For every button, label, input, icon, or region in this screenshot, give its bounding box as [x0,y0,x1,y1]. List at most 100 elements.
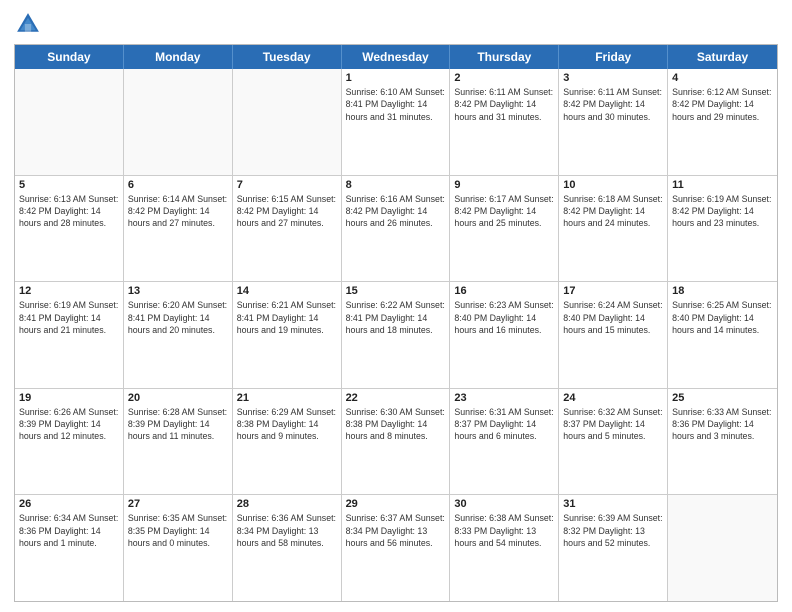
weekday-header-thursday: Thursday [450,45,559,69]
day-number: 23 [454,392,554,404]
calendar-row-2: 12 Sunrise: 6:19 AM Sunset: 8:41 PM Dayli… [15,281,777,388]
day-number: 25 [672,392,773,404]
calendar-cell-1-1: 6 Sunrise: 6:14 AM Sunset: 8:42 PM Daylig… [124,176,233,282]
header [14,10,778,38]
cell-info: Sunrise: 6:11 AM Sunset: 8:42 PM Dayligh… [454,86,554,123]
calendar-row-3: 19 Sunrise: 6:26 AM Sunset: 8:39 PM Dayli… [15,388,777,495]
day-number: 17 [563,285,663,297]
day-number: 2 [454,72,554,84]
logo [14,10,46,38]
calendar-cell-4-4: 30 Sunrise: 6:38 AM Sunset: 8:33 PM Dayli… [450,495,559,601]
day-number: 30 [454,498,554,510]
cell-info: Sunrise: 6:28 AM Sunset: 8:39 PM Dayligh… [128,406,228,443]
day-number: 9 [454,179,554,191]
calendar-cell-0-3: 1 Sunrise: 6:10 AM Sunset: 8:41 PM Daylig… [342,69,451,175]
calendar-cell-3-0: 19 Sunrise: 6:26 AM Sunset: 8:39 PM Dayli… [15,389,124,495]
calendar-cell-0-4: 2 Sunrise: 6:11 AM Sunset: 8:42 PM Daylig… [450,69,559,175]
cell-info: Sunrise: 6:19 AM Sunset: 8:42 PM Dayligh… [672,193,773,230]
day-number: 12 [19,285,119,297]
day-number: 16 [454,285,554,297]
cell-info: Sunrise: 6:34 AM Sunset: 8:36 PM Dayligh… [19,512,119,549]
calendar-cell-2-0: 12 Sunrise: 6:19 AM Sunset: 8:41 PM Dayli… [15,282,124,388]
calendar-row-1: 5Sunrise: 6:13 AM Sunset: 8:42 PM Daylig… [15,175,777,282]
cell-info: Sunrise: 6:37 AM Sunset: 8:34 PM Dayligh… [346,512,446,549]
weekday-header-sunday: Sunday [15,45,124,69]
calendar-cell-4-5: 31 Sunrise: 6:39 AM Sunset: 8:32 PM Dayli… [559,495,668,601]
calendar-cell-1-2: 7 Sunrise: 6:15 AM Sunset: 8:42 PM Daylig… [233,176,342,282]
day-number: 6 [128,179,228,191]
day-number: 14 [237,285,337,297]
calendar-cell-3-2: 21Sunrise: 6:29 AM Sunset: 8:38 PM Dayli… [233,389,342,495]
day-number: 10 [563,179,663,191]
cell-info: Sunrise: 6:23 AM Sunset: 8:40 PM Dayligh… [454,299,554,336]
calendar-header: SundayMondayTuesdayWednesdayThursdayFrid… [15,45,777,69]
calendar-row-4: 26 Sunrise: 6:34 AM Sunset: 8:36 PM Dayli… [15,494,777,601]
cell-info: Sunrise: 6:39 AM Sunset: 8:32 PM Dayligh… [563,512,663,549]
calendar-cell-1-5: 10Sunrise: 6:18 AM Sunset: 8:42 PM Dayli… [559,176,668,282]
cell-info: Sunrise: 6:12 AM Sunset: 8:42 PM Dayligh… [672,86,773,123]
day-number: 19 [19,392,119,404]
cell-info: Sunrise: 6:24 AM Sunset: 8:40 PM Dayligh… [563,299,663,336]
calendar-cell-2-2: 14 Sunrise: 6:21 AM Sunset: 8:41 PM Dayli… [233,282,342,388]
cell-info: Sunrise: 6:36 AM Sunset: 8:34 PM Dayligh… [237,512,337,549]
cell-info: Sunrise: 6:38 AM Sunset: 8:33 PM Dayligh… [454,512,554,549]
calendar-cell-0-0 [15,69,124,175]
cell-info: Sunrise: 6:10 AM Sunset: 8:41 PM Dayligh… [346,86,446,123]
calendar-cell-1-6: 11 Sunrise: 6:19 AM Sunset: 8:42 PM Dayli… [668,176,777,282]
day-number: 28 [237,498,337,510]
calendar-cell-4-6 [668,495,777,601]
cell-info: Sunrise: 6:14 AM Sunset: 8:42 PM Dayligh… [128,193,228,230]
day-number: 15 [346,285,446,297]
day-number: 8 [346,179,446,191]
day-number: 11 [672,179,773,191]
calendar-body: 1 Sunrise: 6:10 AM Sunset: 8:41 PM Daylig… [15,69,777,601]
calendar-cell-1-0: 5Sunrise: 6:13 AM Sunset: 8:42 PM Daylig… [15,176,124,282]
page: SundayMondayTuesdayWednesdayThursdayFrid… [0,0,792,612]
calendar-cell-1-4: 9 Sunrise: 6:17 AM Sunset: 8:42 PM Daylig… [450,176,559,282]
day-number: 21 [237,392,337,404]
cell-info: Sunrise: 6:11 AM Sunset: 8:42 PM Dayligh… [563,86,663,123]
calendar-cell-3-1: 20 Sunrise: 6:28 AM Sunset: 8:39 PM Dayli… [124,389,233,495]
calendar-cell-0-6: 4 Sunrise: 6:12 AM Sunset: 8:42 PM Daylig… [668,69,777,175]
cell-info: Sunrise: 6:35 AM Sunset: 8:35 PM Dayligh… [128,512,228,549]
day-number: 4 [672,72,773,84]
cell-info: Sunrise: 6:32 AM Sunset: 8:37 PM Dayligh… [563,406,663,443]
cell-info: Sunrise: 6:25 AM Sunset: 8:40 PM Dayligh… [672,299,773,336]
calendar-cell-2-4: 16 Sunrise: 6:23 AM Sunset: 8:40 PM Dayli… [450,282,559,388]
calendar-cell-2-3: 15 Sunrise: 6:22 AM Sunset: 8:41 PM Dayli… [342,282,451,388]
cell-info: Sunrise: 6:19 AM Sunset: 8:41 PM Dayligh… [19,299,119,336]
weekday-header-tuesday: Tuesday [233,45,342,69]
weekday-header-monday: Monday [124,45,233,69]
day-number: 13 [128,285,228,297]
cell-info: Sunrise: 6:17 AM Sunset: 8:42 PM Dayligh… [454,193,554,230]
day-number: 22 [346,392,446,404]
calendar-cell-3-3: 22Sunrise: 6:30 AM Sunset: 8:38 PM Dayli… [342,389,451,495]
calendar-cell-4-0: 26 Sunrise: 6:34 AM Sunset: 8:36 PM Dayli… [15,495,124,601]
day-number: 1 [346,72,446,84]
cell-info: Sunrise: 6:16 AM Sunset: 8:42 PM Dayligh… [346,193,446,230]
day-number: 5 [19,179,119,191]
day-number: 18 [672,285,773,297]
calendar-cell-2-1: 13Sunrise: 6:20 AM Sunset: 8:41 PM Dayli… [124,282,233,388]
calendar: SundayMondayTuesdayWednesdayThursdayFrid… [14,44,778,602]
day-number: 26 [19,498,119,510]
calendar-cell-1-3: 8 Sunrise: 6:16 AM Sunset: 8:42 PM Daylig… [342,176,451,282]
calendar-cell-2-5: 17 Sunrise: 6:24 AM Sunset: 8:40 PM Dayli… [559,282,668,388]
calendar-cell-3-5: 24Sunrise: 6:32 AM Sunset: 8:37 PM Dayli… [559,389,668,495]
weekday-header-friday: Friday [559,45,668,69]
day-number: 31 [563,498,663,510]
day-number: 3 [563,72,663,84]
cell-info: Sunrise: 6:22 AM Sunset: 8:41 PM Dayligh… [346,299,446,336]
calendar-cell-4-1: 27 Sunrise: 6:35 AM Sunset: 8:35 PM Dayli… [124,495,233,601]
cell-info: Sunrise: 6:15 AM Sunset: 8:42 PM Dayligh… [237,193,337,230]
day-number: 7 [237,179,337,191]
weekday-header-wednesday: Wednesday [342,45,451,69]
calendar-cell-0-1 [124,69,233,175]
day-number: 27 [128,498,228,510]
day-number: 29 [346,498,446,510]
cell-info: Sunrise: 6:21 AM Sunset: 8:41 PM Dayligh… [237,299,337,336]
calendar-cell-0-2 [233,69,342,175]
calendar-cell-3-4: 23Sunrise: 6:31 AM Sunset: 8:37 PM Dayli… [450,389,559,495]
cell-info: Sunrise: 6:26 AM Sunset: 8:39 PM Dayligh… [19,406,119,443]
day-number: 20 [128,392,228,404]
